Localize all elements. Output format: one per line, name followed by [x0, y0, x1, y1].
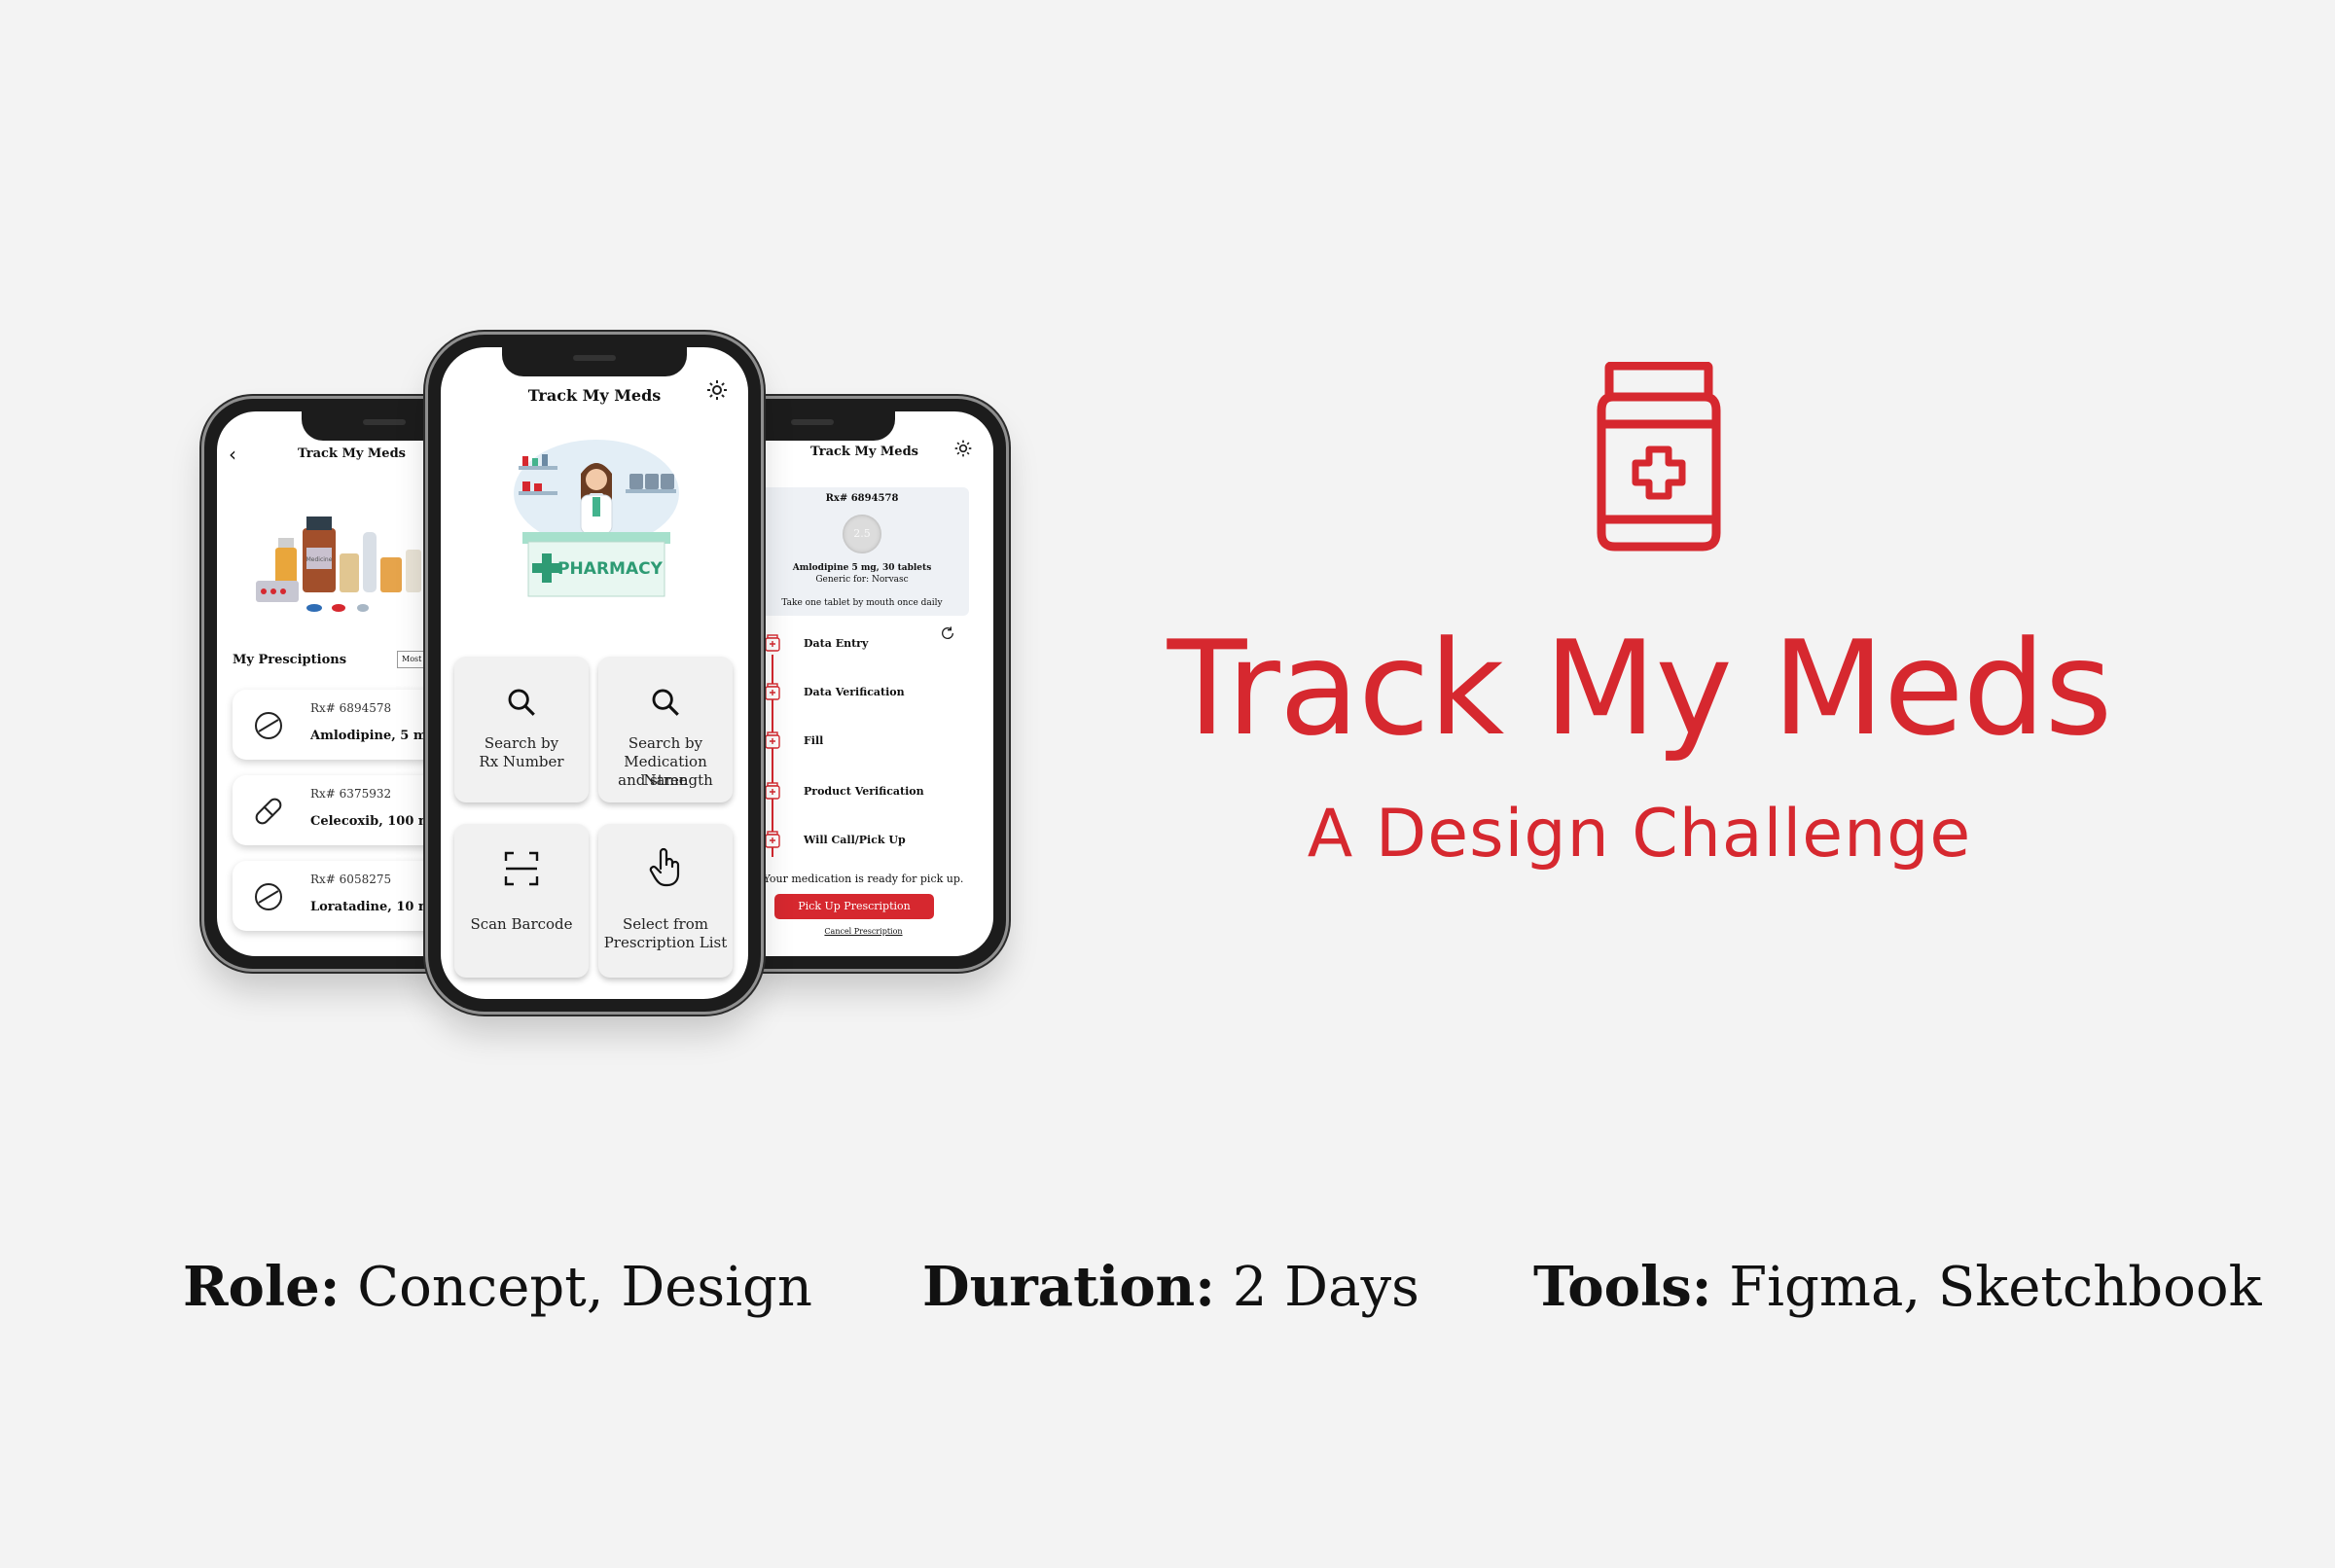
tile-label: Prescription List: [603, 934, 728, 951]
status-text: Your medication is ready for pick up.: [763, 873, 964, 885]
hand-pointer-icon: [649, 847, 680, 887]
app-title: Track My Meds: [527, 386, 662, 405]
rx-detail-card: Rx# 6894578 2.5 Amlodipine 5 mg, 30 tabl…: [755, 487, 969, 616]
back-icon[interactable]: ‹: [229, 443, 236, 466]
center-phone: Track My Meds PHARMACY Search by Rx Numb…: [428, 335, 761, 1012]
app-title: Track My Meds: [810, 445, 918, 459]
brand-title: Track My Meds: [1167, 613, 2113, 765]
drug-name: Celecoxib, 100 mg: [310, 814, 441, 829]
search-icon: [652, 689, 679, 716]
duration-label: Duration:: [922, 1255, 1215, 1319]
rx-number: Rx# 6894578: [310, 701, 392, 715]
step-label: Product Verification: [804, 785, 924, 798]
medicine-label: Medicine: [306, 556, 333, 563]
notch: [749, 411, 895, 441]
center-phone-screen: Track My Meds PHARMACY Search by Rx Numb…: [441, 347, 748, 999]
tablet-icon: [255, 712, 282, 739]
gear-icon[interactable]: [953, 439, 973, 458]
role-value: Concept, Design: [340, 1256, 812, 1319]
search-rx-number-tile[interactable]: Search by Rx Number: [454, 657, 589, 802]
cancel-link[interactable]: Cancel Prescription: [749, 927, 978, 936]
notch: [502, 347, 687, 376]
medicine-bottle-icon: [765, 683, 780, 700]
role-label: Role:: [183, 1255, 341, 1319]
step-label: Data Entry: [804, 637, 869, 650]
search-icon: [508, 689, 535, 716]
notch: [302, 411, 448, 441]
tile-label: Search by: [628, 734, 703, 752]
refresh-icon[interactable]: [940, 625, 955, 641]
tile-label: Scan Barcode: [470, 915, 573, 933]
prescription-card[interactable]: Rx# 6058275 Loratadine, 10 mg: [233, 861, 448, 931]
right-phone-screen: Track My Meds Rx# 6894578 2.5 Amlodipine…: [749, 411, 993, 956]
tile-label: Search by: [484, 734, 559, 752]
step-label: Fill: [804, 734, 824, 747]
rx-number: Rx# 6894578: [825, 493, 899, 504]
medicine-bottle-icon: [765, 782, 780, 800]
generic-name: Generic for: Norvasc: [815, 575, 909, 585]
brand-subtitle: A Design Challenge: [1307, 796, 1972, 873]
scan-icon: [504, 851, 539, 886]
tools-value: Figma, Sketchbook: [1711, 1256, 2262, 1319]
tools-info: Tools: Figma, Sketchbook: [1533, 1255, 2262, 1319]
drug-name: Amlodipine, 5 mg: [310, 729, 436, 743]
step-label: Will Call/Pick Up: [804, 834, 906, 846]
instructions: Take one tablet by mouth once daily: [781, 598, 943, 608]
scan-barcode-tile[interactable]: Scan Barcode: [454, 824, 589, 978]
tablet-icon: [255, 883, 282, 910]
medicine-bottle-icon: [1597, 362, 1721, 552]
pharmacy-sign: PHARMACY: [557, 559, 663, 579]
section-label: My Presciptions: [233, 653, 347, 667]
drug-name: Loratadine, 10 mg: [310, 900, 441, 914]
select-list-tile[interactable]: Select from Prescription List: [598, 824, 733, 978]
pharmacy-illustration: PHARMACY: [514, 440, 679, 597]
left-phone-screen: ‹ Track My Meds Medicine My Presciptions…: [217, 411, 448, 956]
search-medication-tile[interactable]: Search by Medication Name and strength: [598, 657, 733, 802]
tile-label: Rx Number: [479, 753, 564, 770]
duration-value: 2 Days: [1214, 1256, 1419, 1319]
left-phone: ‹ Track My Meds Medicine My Presciptions…: [204, 399, 448, 969]
tools-label: Tools:: [1533, 1255, 1712, 1319]
medicine-bottle-icon: [765, 831, 780, 848]
pill-image: 2.5: [843, 515, 881, 553]
duration-info: Duration: 2 Days: [922, 1255, 1419, 1319]
step-label: Data Verification: [804, 686, 905, 698]
pickup-button[interactable]: Pick Up Prescription: [774, 894, 934, 919]
prescription-card[interactable]: Rx# 6894578 Amlodipine, 5 mg: [233, 690, 448, 760]
medicine-illustration: Medicine: [256, 517, 421, 612]
drug-name: Amlodipine 5 mg, 30 tablets: [792, 563, 932, 573]
gear-icon[interactable]: [705, 378, 729, 402]
medicine-bottle-icon: [765, 634, 780, 652]
app-title: Track My Meds: [298, 446, 406, 461]
rx-number: Rx# 6058275: [310, 873, 392, 886]
medicine-bottle-icon: [765, 731, 780, 749]
rx-number: Rx# 6375932: [310, 787, 392, 801]
prescription-card[interactable]: Rx# 6375932 Celecoxib, 100 mg: [233, 775, 448, 845]
tile-label: and strength: [618, 771, 713, 789]
role-info: Role: Concept, Design: [183, 1255, 812, 1319]
right-phone: Track My Meds Rx# 6894578 2.5 Amlodipine…: [749, 399, 1006, 969]
tile-label: Select from: [622, 915, 708, 933]
capsule-icon: [255, 798, 282, 825]
